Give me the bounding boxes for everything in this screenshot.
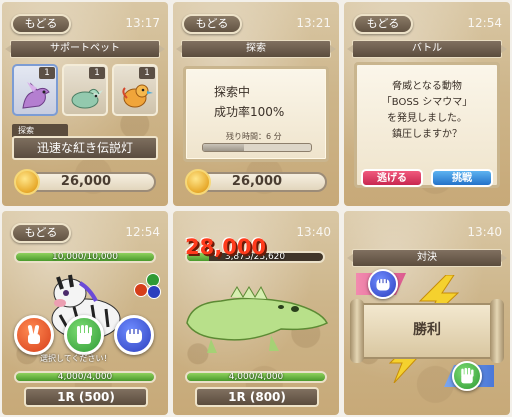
battle-dialog: 脅威となる動物 「BOSS シマウマ」 を発見しました。 鎮圧しますか？ 逃げる… (354, 62, 500, 188)
screen-title: サポートペット (10, 40, 160, 58)
rock-hand-button[interactable] (114, 315, 154, 355)
result-text: 勝利 (413, 322, 441, 338)
bird-pet-icon (122, 84, 153, 108)
rock-hand-icon (126, 329, 142, 343)
clock: 13:21 (296, 16, 331, 30)
coin-icon (185, 169, 211, 195)
player-hp-bar: 4,000/4,000 (185, 371, 327, 383)
paper-hand-icon (461, 367, 474, 384)
support-pet-screen: もどる 13:17 サポートペット 1 1 1 探索 迅速な紅き伝説灯 26,0… (2, 2, 168, 206)
enemy-hp-text: 10,000/10,000 (51, 252, 118, 262)
scissors-mini-icon (134, 283, 148, 297)
battle-message-line: 「BOSS シマウマ」 (381, 97, 473, 108)
exploration-progress-bar (202, 143, 312, 152)
pet-slot-1[interactable]: 1 (12, 64, 58, 116)
exploration-screen: もどる 13:21 探索 探索中 成功率100% 残り時間：6 分 26,000 (173, 2, 339, 206)
enemy-hand-hints (134, 273, 162, 301)
paper-hand-icon (77, 325, 92, 344)
battle-message-line: 鎮圧しますか？ (392, 129, 462, 140)
clock: 13:17 (125, 16, 160, 30)
clock: 12:54 (467, 16, 502, 30)
scissors-hand-icon (27, 325, 40, 344)
battle-message-line: を発見しました。 (387, 113, 467, 124)
crocodile-pet-sprite (186, 285, 329, 353)
result-scroll: 勝利 (350, 299, 504, 363)
battle-prompt-screen: もどる 12:54 バトル 脅威となる動物 「BOSS シマウマ」 を発見しまし… (344, 2, 510, 206)
clock: 13:40 (296, 225, 331, 239)
player-hp-bar: 4,000/4,000 (14, 371, 156, 383)
player-hp-text: 4,000/4,000 (57, 372, 113, 382)
remaining-time: 残り時間：6 分 (226, 132, 282, 141)
run-away-button[interactable]: 逃げる (361, 169, 423, 187)
clock: 12:54 (125, 225, 160, 239)
coin-icon (14, 169, 40, 195)
exploration-status-dialog: 探索中 成功率100% 残り時間：6 分 (183, 66, 329, 162)
enemy-hand-badge (452, 361, 482, 391)
scissors-hand-button[interactable] (14, 315, 54, 355)
dragon-pet-icon (22, 82, 50, 109)
screen-title: バトル (352, 40, 502, 58)
money-display: 26,000 (14, 169, 156, 195)
screen-title: 探索 (181, 40, 331, 58)
back-button[interactable]: もどる (11, 223, 71, 243)
attack-screen: 13:40 28,000 3,873/23,620 4,000/4,000 1R… (173, 211, 339, 415)
paper-hand-button[interactable] (64, 315, 104, 355)
triceratops-pet-icon (71, 88, 103, 109)
money-display: 26,000 (185, 169, 327, 195)
challenge-button[interactable]: 挑戦 (431, 169, 493, 187)
rock-mini-icon (147, 285, 161, 299)
money-amount: 26,000 (231, 174, 283, 189)
enemy-hp-bar: 10,000/10,000 (14, 251, 156, 263)
player-hand-badge (368, 269, 398, 299)
selection-prompt: 選択してください！ (40, 354, 112, 363)
battle-message-line: 脅威となる動物 (392, 81, 462, 92)
round-cost-button[interactable]: 1R (500) (24, 387, 148, 407)
back-button[interactable]: もどる (353, 14, 413, 34)
hand-select-screen: もどる 12:54 10,000/10,000 選択してください！ 4,000/… (2, 211, 168, 415)
pet-slot-3[interactable]: 1 (112, 64, 158, 116)
money-amount: 26,000 (60, 174, 112, 189)
skill-name-box: 迅速な紅き伝説灯 (12, 136, 158, 160)
pet-slot-2[interactable]: 1 (62, 64, 108, 116)
round-cost-button[interactable]: 1R (800) (195, 387, 319, 407)
clock: 13:40 (467, 225, 502, 239)
rock-hand-icon (376, 279, 390, 291)
success-rate: 成功率100% (214, 105, 285, 119)
status-line-1: 探索中 (214, 85, 251, 99)
progress-fill (203, 144, 245, 151)
back-button[interactable]: もどる (182, 14, 242, 34)
duel-result-screen: 13:40 対決 勝利 (344, 211, 510, 415)
back-button[interactable]: もどる (11, 14, 71, 34)
screen-title: 対決 (352, 249, 502, 267)
damage-number: 28,000 (185, 235, 267, 259)
player-hp-text: 4,000/4,000 (228, 372, 284, 382)
